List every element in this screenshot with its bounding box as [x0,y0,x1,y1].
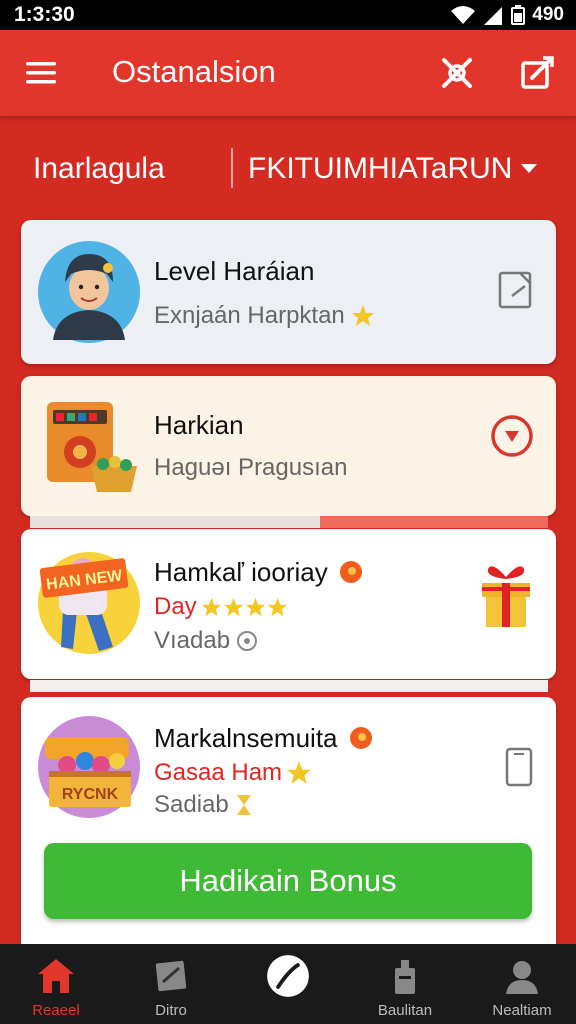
wifi-icon [451,6,476,24]
card-tag: Gasaa Ham [154,759,312,787]
avatar [38,241,140,343]
note-icon [155,960,187,992]
star-icon [201,597,221,616]
star-icon [245,597,265,616]
shop-icon [395,960,415,994]
filter-divider [231,148,233,188]
card-tag: Day [154,593,288,621]
star-icon [267,597,287,616]
home-icon [38,959,74,993]
filter-dropdown-label: FKITUIMHIATaRUN [248,152,513,185]
slot-machine-icon [47,402,137,492]
filter-dropdown[interactable]: FKITUIMHIATaRUN [248,152,538,186]
battery-level: 490 [532,4,564,25]
star-icon [287,761,311,784]
status-time: 1:3:30 [14,3,75,26]
edit-icon[interactable] [518,54,556,92]
card-meta: Vıadab [154,627,258,655]
star-rating [201,597,288,618]
list-card[interactable]: HAN NEW Hamkaľ iooriay Day Vıadab [21,529,556,679]
character-sign-icon: HAN NEW [38,552,140,654]
phone-icon[interactable] [504,747,534,787]
filter-bar: Inarlagula FKITUIMHIATaRUN [0,116,576,220]
gift-icon[interactable] [478,561,534,629]
treasure-chest-icon: RYCNK [38,716,140,818]
progress-strip [30,516,548,528]
card-meta: Sadiab [154,791,253,819]
nav-item-shop[interactable]: Baulitan [355,944,455,1024]
status-bar: 1:3:30 490 [0,0,576,30]
card-subtitle: Haguǝı Pragusıan [154,454,348,481]
nav-item-ditro[interactable]: Ditro [121,944,221,1024]
card-title: Level Haráian [154,256,315,286]
bottom-nav: Reaeel Ditro Baulitan Nealtiam [0,944,576,1024]
svg-text:RYCNK: RYCNK [62,786,119,803]
card-title: Markalnsemuita [154,723,373,754]
play-circle-icon[interactable] [490,414,534,458]
menu-icon[interactable] [24,56,58,90]
battery-icon [511,5,526,25]
profile-icon [506,961,538,994]
tools-icon[interactable] [438,54,476,92]
claim-bonus-button[interactable]: Hadikain Bonus [44,843,532,919]
app-title: Ostanalsion [112,54,276,89]
filter-left-tab[interactable]: Inarlagula [33,152,165,186]
nav-item-compass[interactable] [238,944,338,1024]
divider-strip [30,680,548,692]
chevron-down-icon [521,164,538,173]
hot-badge-icon [349,727,372,749]
hot-badge-icon [339,561,362,583]
card-title: Harkian [154,410,244,440]
card-title: Hamkaľ iooriay [154,557,363,588]
edit-doc-icon[interactable] [498,270,534,310]
nav-item-profile[interactable]: Nealtiam [472,944,572,1024]
card-subtitle: Exnjaán Harpktan [154,302,375,330]
compass-icon [267,955,309,997]
signal-icon [484,7,503,25]
list-card[interactable]: Level Haráian Exnjaán Harpktan [21,220,556,364]
star-icon [351,305,374,326]
list-card[interactable]: Harkian Haguǝı Pragusıan [21,376,556,516]
info-circle-icon [237,631,258,651]
nav-item-home[interactable]: Reaeel [6,944,106,1024]
hourglass-icon [236,795,251,815]
app-bar: Ostanalsion [0,30,576,116]
star-icon [223,597,243,616]
